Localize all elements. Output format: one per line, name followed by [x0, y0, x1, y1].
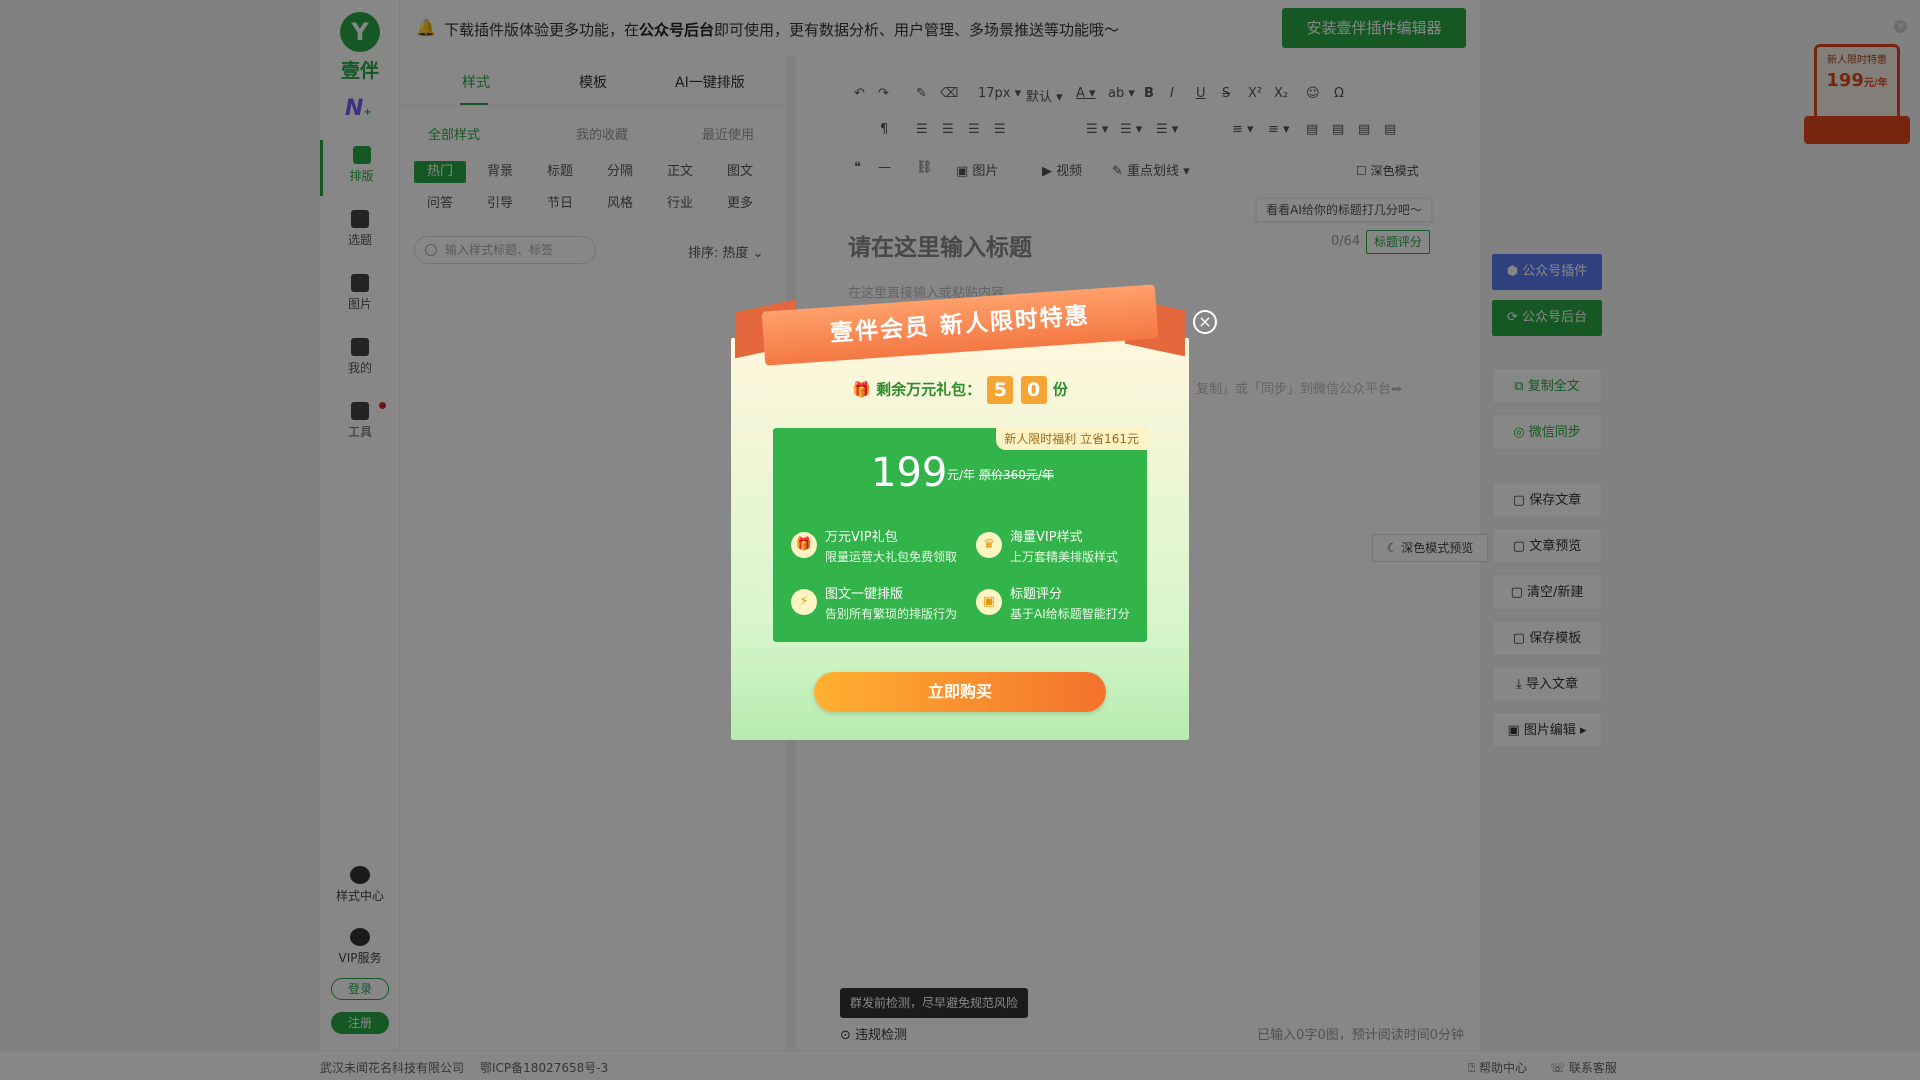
gift-icon: 🎁 [791, 532, 817, 558]
modal-ribbon-banner: 壹伴会员 新人限时特惠 [733, 284, 1187, 366]
feature-title-score: ▣ 标题评分 基于AI给标题智能打分 [976, 583, 1156, 627]
vip-promo-modal: 🎁 剩余万元礼包： 5 0 份 新人限时福利 立省161元 199 元/年 原价… [731, 338, 1189, 740]
gift-icon: 🎁 [852, 380, 871, 399]
discount-tag: 新人限时福利 立省161元 [996, 428, 1147, 450]
lightning-icon: ⚡ [791, 589, 817, 615]
price-unit: 元/年 [947, 468, 976, 482]
feature-vip-gift: 🎁 万元VIP礼包 限量运营大礼包免费领取 [791, 526, 971, 570]
modal-close-icon[interactable]: × [1193, 310, 1217, 334]
score-icon: ▣ [976, 589, 1002, 615]
price-card: 新人限时福利 立省161元 199 元/年 原价360元/年 🎁 万元VIP礼包… [773, 428, 1147, 642]
crown-icon: ♛ [976, 532, 1002, 558]
digit-box: 0 [1020, 376, 1047, 404]
feature-vip-styles: ♛ 海量VIP样式 上万套精美排版样式 [976, 526, 1156, 570]
original-price: 原价360元/年 [979, 468, 1054, 482]
price-value: 199 [871, 450, 948, 496]
buy-now-button[interactable]: 立即购买 [814, 672, 1106, 712]
digit-box: 5 [987, 376, 1014, 404]
feature-one-click-layout: ⚡ 图文一键排版 告别所有繁琐的排版行为 [791, 583, 971, 627]
remaining-gift-packs: 🎁 剩余万元礼包： 5 0 份 [731, 376, 1189, 404]
